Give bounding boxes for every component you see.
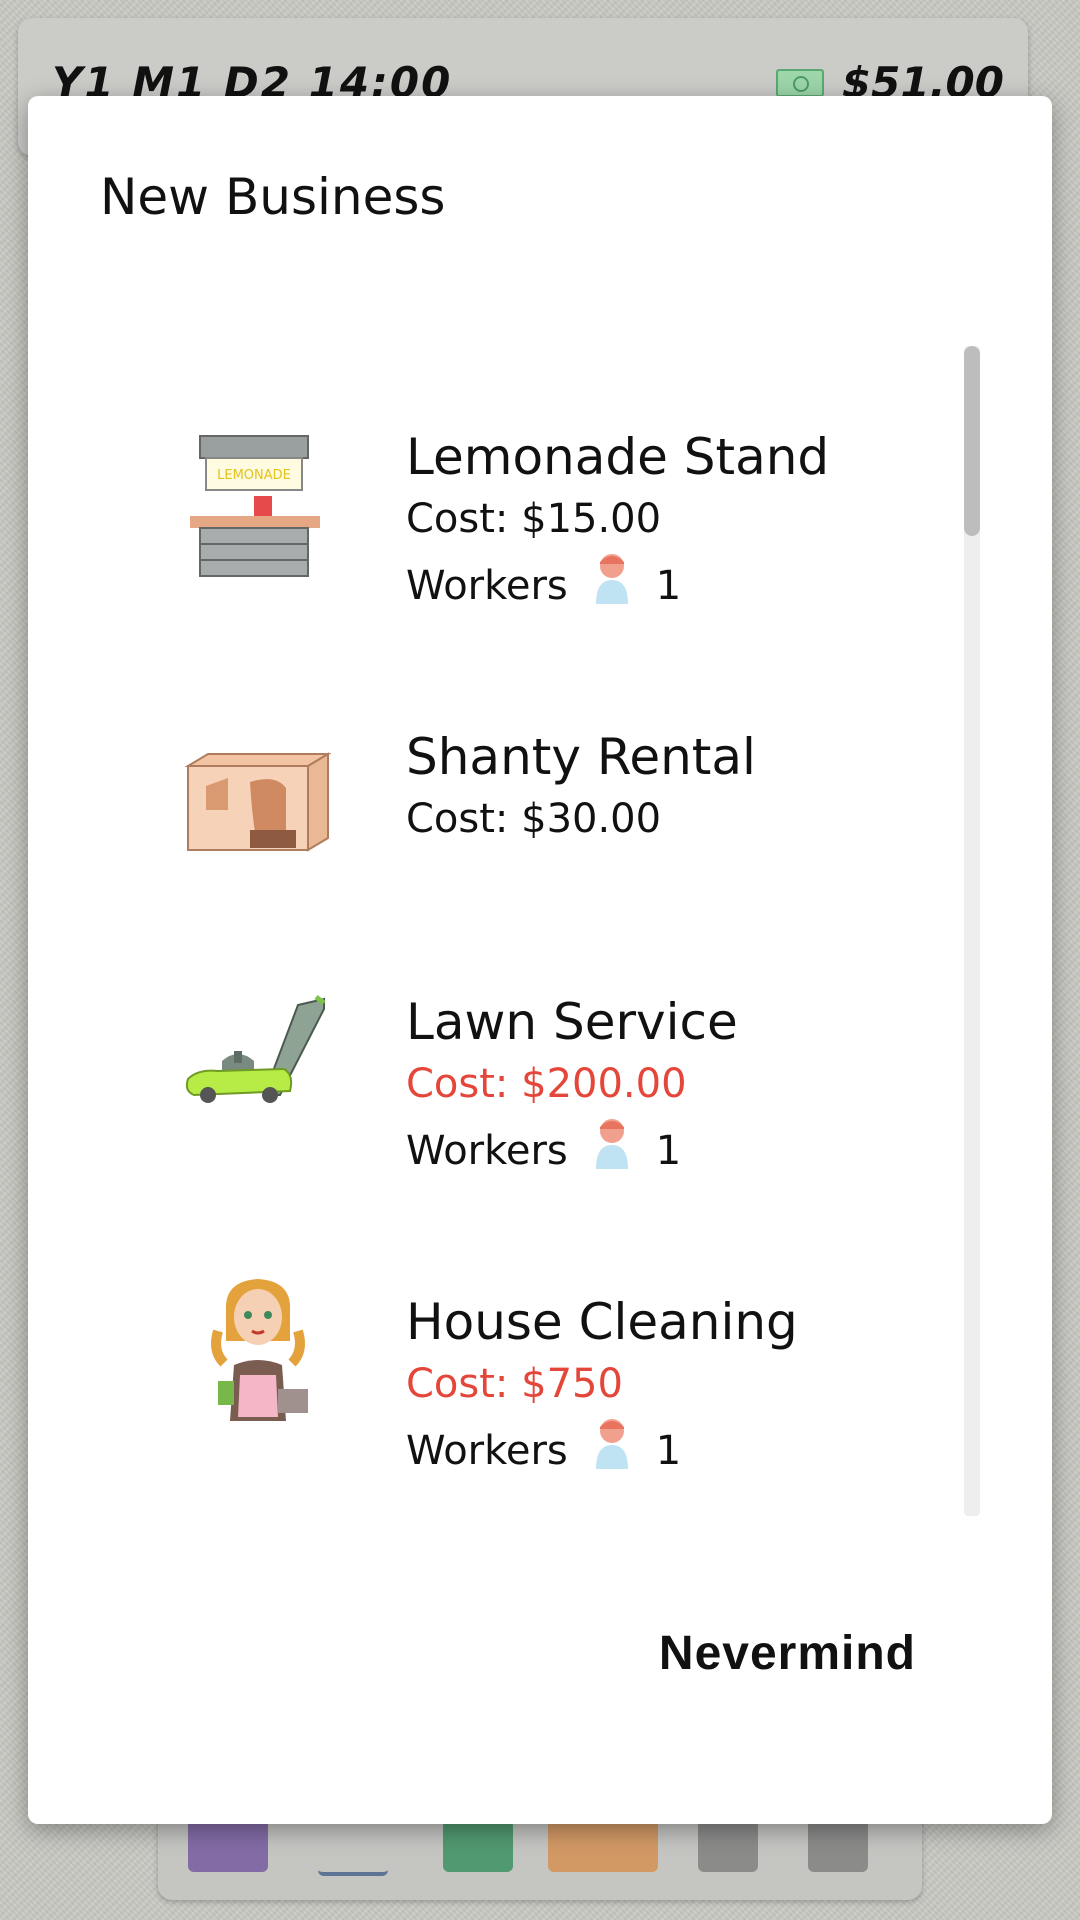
new-business-dialog: New Business LEMONADE Lemonade Stand Cos… — [28, 96, 1052, 1824]
svg-text:LEMONADE: LEMONADE — [217, 468, 291, 483]
business-cost: Cost: $15.00 — [406, 496, 662, 542]
business-item-lemonade-stand[interactable]: LEMONADE Lemonade Stand Cost: $15.00 Wor… — [28, 426, 968, 686]
business-item-lawn-service[interactable]: Lawn Service Cost: $200.00 Workers 1 — [28, 991, 968, 1251]
workers-label: Workers — [406, 1428, 568, 1474]
workers-count: 1 — [655, 563, 682, 609]
arrows-icon[interactable] — [548, 1820, 658, 1872]
business-workers: Workers 1 — [406, 550, 829, 622]
book-icon[interactable] — [188, 1820, 268, 1872]
business-name: Lemonade Stand — [406, 428, 830, 486]
chart-icon[interactable] — [318, 1820, 388, 1876]
business-cost: Cost: $200.00 — [406, 1061, 687, 1107]
business-name: Shanty Rental — [406, 728, 756, 786]
back-icon[interactable] — [698, 1820, 758, 1872]
dialog-title: New Business — [100, 168, 446, 226]
worker-icon — [590, 550, 634, 622]
lawn-mower-icon — [178, 991, 338, 1151]
cactus-icon[interactable] — [443, 1820, 513, 1872]
workers-count: 1 — [655, 1128, 682, 1174]
business-cost: Cost: $30.00 — [406, 796, 662, 842]
business-list[interactable]: LEMONADE Lemonade Stand Cost: $15.00 Wor… — [28, 336, 1052, 1616]
business-item-shanty-rental[interactable]: Shanty Rental Cost: $30.00 — [28, 726, 968, 986]
business-workers: Workers 1 — [406, 1115, 738, 1187]
business-cost: Cost: $750 — [406, 1361, 623, 1407]
maid-icon — [178, 1271, 338, 1431]
workers-label: Workers — [406, 1128, 568, 1174]
workers-count: 1 — [655, 1428, 682, 1474]
workers-label: Workers — [406, 563, 568, 609]
shanty-icon — [178, 726, 338, 886]
business-name: Lawn Service — [406, 993, 738, 1051]
worker-icon — [590, 1115, 634, 1187]
worker-icon — [590, 1415, 634, 1487]
business-item-house-cleaning[interactable]: House Cleaning Cost: $750 Workers 1 — [28, 1279, 968, 1551]
business-name: House Cleaning — [406, 1293, 798, 1351]
scrollbar-thumb[interactable] — [964, 346, 980, 536]
business-workers: Workers 1 — [406, 1415, 798, 1487]
nevermind-button[interactable]: Nevermind — [659, 1626, 916, 1681]
forward-icon[interactable] — [808, 1820, 868, 1872]
cash-icon — [775, 68, 824, 97]
lemonade-stand-icon: LEMONADE — [178, 426, 338, 586]
